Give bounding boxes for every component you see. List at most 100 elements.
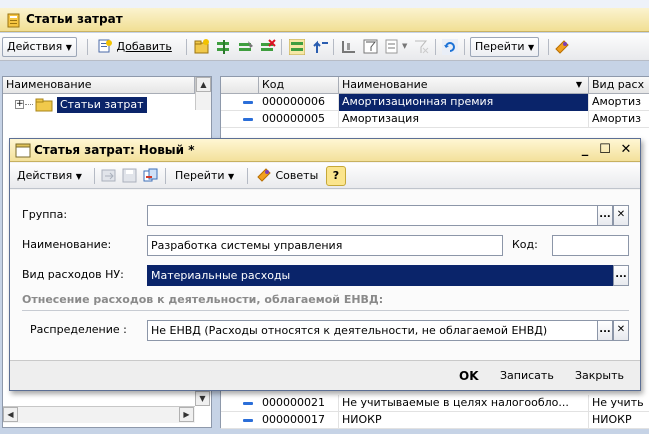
group-field[interactable] <box>147 205 598 226</box>
grid-header-name[interactable]: Наименование ▼ <box>339 77 589 94</box>
expense-kind-field[interactable]: Материальные расходы <box>147 265 614 286</box>
item-marker-icon <box>243 419 253 422</box>
tree-vertical-scrollbar[interactable]: ▲ <box>195 77 211 110</box>
distribution-field[interactable]: Не ЕНВД (Расходы относятся к деятельност… <box>147 320 598 341</box>
dialog-footer: OK Записать Закрыть <box>10 360 640 390</box>
ok-button[interactable]: OK <box>456 366 482 386</box>
row-code: 000000005 <box>259 111 339 128</box>
scroll-down-icon[interactable]: ▼ <box>195 391 210 406</box>
toolbar-separator <box>435 39 436 55</box>
close-icon[interactable]: ✕ <box>617 141 635 159</box>
toolbar-separator <box>165 168 166 184</box>
filter-icon[interactable] <box>363 39 379 55</box>
section-divider <box>22 310 629 311</box>
row-kind: Не учить <box>592 396 644 409</box>
row-kind: НИОКР <box>592 413 632 426</box>
save-and-close-icon[interactable] <box>101 168 117 184</box>
toolbar-separator <box>548 39 549 55</box>
tree-horizontal-scrollbar[interactable]: ◀ ▶ <box>3 406 195 423</box>
item-dialog: Статья затрат: Новый * _ ☐ ✕ Действия ▼ … <box>9 138 641 391</box>
actions-menu-label: Действия <box>7 40 63 53</box>
goto-menu-button[interactable]: Перейти ▼ <box>470 37 540 57</box>
table-row[interactable]: 000000017 НИОКР НИОКР <box>221 412 649 429</box>
grid-header-mark <box>221 77 259 94</box>
row-name: Не учитываемые в целях налогообло... <box>339 395 589 412</box>
group-label: Группа: <box>22 208 68 221</box>
scroll-right-icon[interactable]: ▶ <box>179 407 194 422</box>
select-ellipsis-button[interactable]: ... <box>597 205 613 226</box>
add-folder-icon[interactable] <box>194 39 210 55</box>
tree-connector <box>25 104 33 105</box>
clear-icon[interactable]: ✕ <box>613 205 629 226</box>
table-row[interactable]: 000000021 Не учитываемые в целях налогоо… <box>221 395 649 412</box>
maximize-icon[interactable]: ☐ <box>596 141 614 159</box>
advice-icon[interactable] <box>554 39 570 55</box>
dialog-toolbar: Действия ▼ Перейти ▼ Советы ? <box>10 163 640 189</box>
chevron-down-icon: ▼ <box>75 172 82 181</box>
level-up-icon[interactable] <box>313 39 329 55</box>
toolbar-separator <box>333 39 334 55</box>
advice-button[interactable]: Советы <box>252 166 323 186</box>
goto-menu-label: Перейти <box>475 40 525 53</box>
dialog-title: Статья затрат: Новый * <box>34 143 195 157</box>
clear-icon[interactable]: ✕ <box>613 320 629 341</box>
close-button[interactable]: Закрыть <box>572 366 627 386</box>
advice-icon <box>257 168 271 182</box>
filter-list-icon[interactable] <box>385 39 401 55</box>
minimize-icon[interactable]: _ <box>576 141 594 159</box>
save-button[interactable]: Записать <box>497 366 557 386</box>
row-kind: Амортиз <box>592 95 641 108</box>
row-kind: Амортиз <box>592 112 641 125</box>
name-field[interactable]: Разработка системы управления <box>147 235 503 256</box>
row-code: 000000021 <box>259 395 339 412</box>
select-ellipsis-button[interactable]: ... <box>613 265 629 286</box>
dialog-title-bar[interactable]: Статья затрат: Новый * _ ☐ ✕ <box>10 139 640 162</box>
toolbar-separator <box>247 168 248 184</box>
help-icon[interactable]: ? <box>326 166 346 186</box>
tree-item-root[interactable]: + Статьи затрат <box>15 97 185 113</box>
refresh-icon[interactable] <box>442 39 458 55</box>
folder-icon <box>35 98 53 112</box>
edit-row-icon[interactable] <box>238 39 254 55</box>
grid-header-kind[interactable]: Вид расх <box>589 77 649 94</box>
scroll-up-icon[interactable]: ▲ <box>196 77 211 92</box>
advice-label: Советы <box>275 169 319 182</box>
save-icon[interactable] <box>122 168 138 184</box>
expense-kind-label: Вид расходов НУ: <box>22 268 124 281</box>
row-code: 000000017 <box>259 412 339 429</box>
dialog-goto-menu-button[interactable]: Перейти ▼ <box>170 166 239 186</box>
copy-row-icon[interactable] <box>216 39 232 55</box>
tree-item-label[interactable]: Статьи затрат <box>57 97 147 113</box>
clear-filter-icon[interactable] <box>413 39 429 55</box>
row-code: 000000006 <box>259 94 339 111</box>
hierarchy-view-icon[interactable] <box>289 39 305 55</box>
row-name: Амортизация <box>339 111 589 128</box>
chevron-down-icon: ▼ <box>65 43 72 52</box>
select-ellipsis-button[interactable]: ... <box>597 320 613 341</box>
tree-column-header[interactable]: Наименование <box>3 77 195 94</box>
item-marker-icon <box>243 118 253 121</box>
dialog-goto-label: Перейти <box>175 169 225 182</box>
table-row[interactable]: 000000006 Амортизационная премия Амортиз <box>221 94 649 111</box>
dialog-actions-menu-button[interactable]: Действия ▼ <box>12 166 87 186</box>
table-row[interactable]: 000000005 Амортизация Амортиз <box>221 111 649 128</box>
dialog-form: Группа: ... ✕ Наименование: Разработка с… <box>10 190 640 360</box>
catalog-item-icon <box>15 143 31 158</box>
add-document-icon <box>98 39 112 53</box>
grid-header-name-label: Наименование <box>342 78 428 91</box>
add-button[interactable]: Добавить <box>92 37 177 57</box>
grid-header-code[interactable]: Код <box>259 77 339 94</box>
row-name: НИОКР <box>339 412 589 429</box>
find-icon[interactable] <box>341 39 357 55</box>
code-label: Код: <box>512 238 538 251</box>
scroll-left-icon[interactable]: ◀ <box>3 407 18 422</box>
expand-icon[interactable]: + <box>15 100 24 109</box>
actions-menu-button[interactable]: Действия ▼ <box>2 37 77 57</box>
chevron-down-icon: ▼ <box>228 172 235 181</box>
outer-window-title-bar: Статьи затрат <box>0 8 649 32</box>
add-button-label: Добавить <box>116 40 172 53</box>
document-flow-icon[interactable] <box>143 168 159 184</box>
chevron-down-icon[interactable]: ▼ <box>402 42 407 50</box>
code-field[interactable] <box>552 235 629 256</box>
delete-mark-icon[interactable] <box>260 39 276 55</box>
